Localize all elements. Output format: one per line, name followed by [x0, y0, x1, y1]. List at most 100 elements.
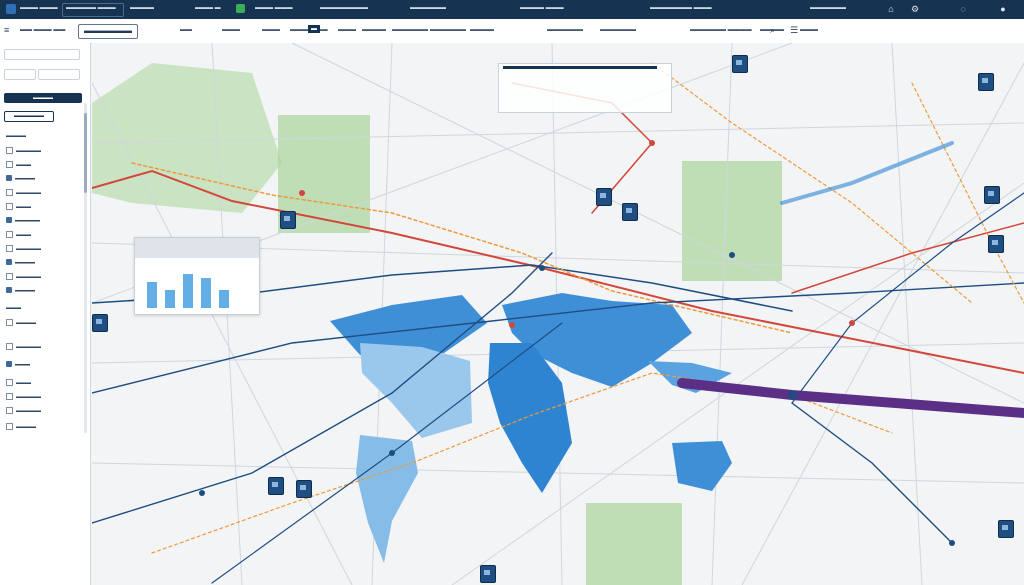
- filter-option[interactable]: ▬▬▬▬▬: [6, 407, 41, 415]
- toolbar-item[interactable]: ▬▬▬▬▬▬: [430, 27, 466, 33]
- filter-option[interactable]: ▬▬▬: [6, 231, 31, 239]
- nav-item[interactable]: ▬▬▬▬ ▬▬▬: [520, 5, 564, 11]
- filter-option[interactable]: ▬▬▬▬▬: [6, 147, 41, 155]
- green-area: [682, 161, 782, 281]
- left-filter-panel: ▬▬▬▬ ▬▬▬▬▬▬ ▬▬▬▬ ▬▬▬▬▬ ▬▬▬ ▬▬▬▬ ▬▬▬▬▬ ▬▬…: [0, 43, 91, 585]
- location-marker[interactable]: [998, 520, 1014, 538]
- route-node: [509, 322, 515, 328]
- toolbar-item[interactable]: ▬▬: [180, 27, 192, 33]
- inset-chart-bar: [147, 282, 157, 308]
- nav-item[interactable]: ▬▬▬▬▬ ▬▬▬: [66, 5, 116, 11]
- route-node: [299, 190, 305, 196]
- sidebar-scrollbar[interactable]: [84, 103, 87, 433]
- route-node: [539, 265, 545, 271]
- filter-option[interactable]: ▬▬▬▬: [6, 175, 35, 183]
- location-marker[interactable]: [978, 73, 994, 91]
- settings-icon[interactable]: ⚙: [910, 4, 920, 14]
- filter-option[interactable]: ▬▬▬▬▬: [6, 343, 41, 351]
- filter-option[interactable]: ▬▬▬: [6, 361, 30, 369]
- filter-option[interactable]: ▬▬▬▬: [6, 423, 36, 431]
- panel-header-bar: [503, 66, 657, 69]
- filter-option[interactable]: ▬▬▬▬: [6, 259, 35, 267]
- filter-option[interactable]: ▬▬▬: [6, 161, 31, 169]
- inset-chart-bar: [183, 274, 193, 308]
- search-field[interactable]: [4, 49, 80, 60]
- route-line: [780, 141, 954, 205]
- map-toolbar: ≡ ▬▬ ▬▬▬ ▬▬ ▬▬▬▬▬▬ ▬▬ ▬▬▬ ▬▬▬ ▬▬▬ ▬ ▬▬ ▬ …: [0, 19, 1024, 44]
- user-icon[interactable]: ●: [998, 4, 1008, 14]
- continent-shape: [672, 441, 732, 491]
- filter-option[interactable]: ▬▬▬▬▬: [6, 217, 40, 225]
- section-heading: ▬▬▬▬: [6, 133, 26, 139]
- nav-item[interactable]: ▬▬▬▬▬▬▬ ▬▬▬: [650, 5, 712, 11]
- route-line: [791, 402, 953, 544]
- inset-chart-card[interactable]: [134, 237, 260, 315]
- toolbar-item[interactable]: ▬▬▬: [600, 27, 618, 33]
- location-marker[interactable]: [984, 186, 1000, 204]
- top-navigation-bar: ▬▬▬ ▬▬▬ ▬▬▬▬▬ ▬▬▬ ▬▬▬▬ ▬▬▬ ▬ ▬▬▬ ▬▬▬ ▬▬▬…: [0, 0, 1024, 19]
- continent-shape: [360, 343, 472, 438]
- filter-field[interactable]: [38, 69, 80, 80]
- app-brand-logo[interactable]: ▬▬▬▬▬▬: [78, 24, 138, 39]
- location-marker[interactable]: [732, 55, 748, 73]
- route-node: [729, 252, 735, 258]
- filter-option[interactable]: ▬▬▬▬▬: [6, 189, 41, 197]
- help-icon[interactable]: ◌: [958, 4, 968, 14]
- inset-chart-bar: [165, 290, 175, 308]
- location-marker[interactable]: [280, 211, 296, 229]
- top-info-panel[interactable]: [498, 63, 672, 113]
- toolbar-item[interactable]: ▬▬▬: [262, 27, 280, 33]
- toolbar-toggle[interactable]: ▬: [308, 25, 320, 33]
- menu-icon[interactable]: ≡: [4, 25, 9, 35]
- filter-option[interactable]: ▬▬▬▬▬: [6, 393, 41, 401]
- filter-option[interactable]: ▬▬▬▬: [6, 319, 36, 327]
- filter-option[interactable]: ▬▬▬▬▬: [6, 245, 41, 253]
- location-marker[interactable]: [268, 477, 284, 495]
- section-heading: ▬▬▬: [6, 305, 21, 311]
- route-map-canvas[interactable]: [92, 43, 1024, 585]
- continent-shape: [330, 295, 487, 355]
- location-marker[interactable]: [596, 188, 612, 206]
- filter-option[interactable]: ▬▬▬▬▬: [6, 273, 41, 281]
- toolbar-item[interactable]: ▬▬▬▬: [362, 27, 386, 33]
- route-node: [788, 391, 796, 399]
- toolbar-item[interactable]: ▬▬ ▬▬▬ ▬▬: [20, 27, 65, 33]
- location-marker[interactable]: [988, 235, 1004, 253]
- route-node: [389, 450, 395, 456]
- filter-option[interactable]: ▬▬▬: [6, 379, 31, 387]
- apply-button[interactable]: ▬▬▬▬: [4, 93, 82, 103]
- green-area: [586, 503, 682, 585]
- continent-shape: [356, 435, 418, 563]
- toolbar-item[interactable]: ▬▬▬▬▬▬: [392, 27, 428, 33]
- route-line: [791, 222, 1024, 294]
- toolbar-item[interactable]: ▬▬▬: [222, 27, 240, 33]
- toolbar-item[interactable]: ▬▬▬▬▬▬: [547, 27, 583, 33]
- nav-item[interactable]: ▬▬▬ ▬▬▬: [20, 5, 58, 11]
- location-marker[interactable]: [622, 203, 638, 221]
- home-icon[interactable]: ⌂: [886, 4, 896, 14]
- inset-chart-bar: [219, 290, 229, 308]
- nav-item[interactable]: ▬▬▬▬▬▬▬▬: [320, 5, 368, 11]
- toolbar-item[interactable]: ▬▬▬: [618, 27, 636, 33]
- location-marker[interactable]: [296, 480, 312, 498]
- nav-item[interactable]: ▬▬▬▬▬▬: [410, 5, 446, 11]
- route-line: [791, 192, 1024, 404]
- app-logo-icon[interactable]: [6, 4, 16, 14]
- filter-option[interactable]: ▬▬▬▬: [6, 287, 35, 295]
- search-icon[interactable]: ⌕: [770, 25, 775, 36]
- toolbar-item[interactable]: ▬▬▬: [800, 27, 818, 33]
- filter-button[interactable]: ▬▬▬▬▬▬: [4, 111, 54, 122]
- filter-field[interactable]: [4, 69, 36, 80]
- route-node: [649, 140, 655, 146]
- toolbar-item[interactable]: ▬▬▬▬▬▬ ▬▬▬▬: [690, 27, 752, 33]
- layers-icon[interactable]: ☰: [790, 25, 798, 36]
- nav-item[interactable]: ▬▬▬ ▬: [195, 5, 221, 11]
- nav-item[interactable]: ▬▬▬▬: [130, 5, 154, 11]
- toolbar-item[interactable]: ▬▬▬▬: [470, 27, 494, 33]
- toolbar-item[interactable]: ▬▬▬: [338, 27, 356, 33]
- location-marker[interactable]: [92, 314, 108, 332]
- location-marker[interactable]: [480, 565, 496, 583]
- nav-item[interactable]: ▬▬▬▬▬▬: [810, 5, 846, 11]
- filter-option[interactable]: ▬▬▬: [6, 203, 31, 211]
- nav-item[interactable]: ▬▬▬ ▬▬▬: [255, 5, 293, 11]
